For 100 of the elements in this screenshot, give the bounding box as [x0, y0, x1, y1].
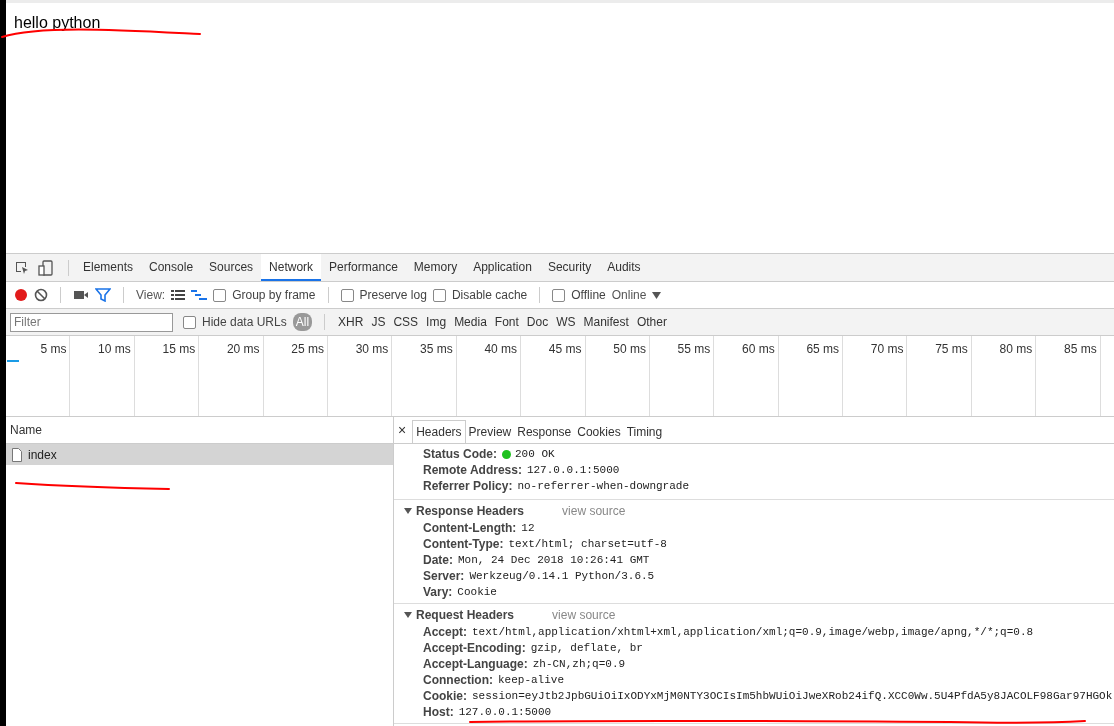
time-tick: 80 ms: [999, 342, 1033, 356]
panel-tab[interactable]: Console: [141, 254, 202, 281]
view-source-link[interactable]: view source: [562, 504, 626, 518]
panel-tab[interactable]: Application: [465, 254, 540, 281]
close-button[interactable]: ×: [398, 422, 413, 443]
document-icon: [12, 447, 22, 462]
panel-tab[interactable]: Network: [261, 254, 322, 281]
header-name: Date:: [423, 553, 453, 567]
triangle-icon[interactable]: [404, 507, 412, 515]
checkbox-label[interactable]: Offline: [571, 288, 606, 302]
header-name: Status Code:: [423, 447, 497, 461]
checkbox[interactable]: [213, 288, 227, 302]
section-title[interactable]: Request Headers: [416, 608, 515, 622]
time-tick: 65 ms: [806, 342, 840, 356]
header-value: 200 OK: [515, 448, 555, 460]
detail-tab[interactable]: Timing: [623, 421, 666, 443]
checkbox[interactable]: [340, 288, 354, 302]
clear-icon[interactable]: [34, 288, 48, 302]
dropdown-arrow-icon[interactable]: [652, 291, 662, 299]
panel-tab[interactable]: Security: [539, 254, 600, 281]
checkbox-label[interactable]: Preserve log: [359, 288, 427, 302]
header-value: zh-CN,zh;q=0.9: [532, 658, 626, 670]
type-filter[interactable]: XHR: [337, 313, 365, 331]
device-icon[interactable]: [38, 259, 54, 276]
header-value: Cookie: [457, 586, 497, 598]
header-value: text/html,application/xhtml+xml,application/xml;q=0.9,image/webp,image/apng,*/*;q=0.8: [472, 626, 1034, 638]
panel-tab[interactable]: Elements: [75, 254, 142, 281]
panel-tab[interactable]: Performance: [321, 254, 406, 281]
time-tick: 70 ms: [870, 342, 904, 356]
header-value: keep-alive: [498, 674, 564, 686]
detail-tab[interactable]: Response: [514, 421, 575, 443]
time-tick: 55 ms: [677, 342, 711, 356]
time-tick: 30 ms: [355, 342, 389, 356]
header-name: Accept-Language:: [423, 657, 528, 671]
time-tick: 50 ms: [613, 342, 646, 356]
triangle-icon[interactable]: [404, 611, 412, 619]
filter-field[interactable]: Filter: [10, 312, 173, 332]
type-filter[interactable]: Manifest: [582, 313, 630, 331]
type-filter[interactable]: CSS: [392, 313, 420, 331]
time-tick: 40 ms: [484, 342, 518, 356]
detail-tab[interactable]: Cookies: [574, 421, 624, 443]
header-value: no-referrer-when-downgrade: [517, 480, 689, 492]
type-filter[interactable]: Doc: [525, 313, 550, 331]
header-value: Mon, 24 Dec 2018 10:26:41 GMT: [458, 554, 650, 566]
checkbox[interactable]: [432, 288, 446, 302]
type-filter[interactable]: Media: [453, 313, 488, 331]
checkbox-label[interactable]: Disable cache: [451, 288, 528, 302]
header-value: session=eyJtb2JpbGUiOiIxODYxMjM0NTY3OCIsIm5hbWUiOiJweXRob24ifQ.XCC0Ww.5U4PfdA5y8JACOLF98Gar97HGOk: [472, 690, 1113, 702]
type-filter[interactable]: Img: [425, 313, 448, 331]
request-row[interactable]: index: [6, 444, 393, 465]
type-filter[interactable]: Font: [493, 313, 520, 331]
header-value: 12: [521, 522, 535, 534]
panel-tab[interactable]: Memory: [405, 254, 466, 281]
time-tick: 10 ms: [98, 342, 131, 356]
checkbox[interactable]: [552, 288, 566, 302]
time-tick: 75 ms: [935, 342, 968, 356]
header-name: Remote Address:: [423, 463, 522, 477]
request-name: index: [28, 447, 57, 462]
checkbox-label[interactable]: Group by frame: [232, 288, 316, 302]
header-name: Server:: [423, 569, 465, 583]
header-name: Content-Type:: [423, 537, 504, 551]
header-name: Content-Length:: [423, 521, 517, 535]
view-label: View:: [136, 288, 166, 302]
status-dot: [502, 449, 511, 459]
header-name: Cookie:: [423, 689, 467, 703]
header-name: Referrer Policy:: [423, 479, 513, 493]
detail-tab[interactable]: Preview: [465, 421, 515, 443]
header-value: 127.0.0.1:5000: [458, 706, 552, 718]
header-name: Vary:: [423, 585, 453, 599]
checkbox[interactable]: [183, 315, 196, 329]
section-title[interactable]: Response Headers: [416, 504, 525, 518]
header-name: Accept:: [423, 625, 467, 639]
list-view-icon[interactable]: [171, 289, 186, 301]
panel-tab[interactable]: Audits: [599, 254, 649, 281]
time-tick: 60 ms: [742, 342, 775, 356]
time-tick: 35 ms: [420, 342, 453, 356]
header-value: 127.0.0.1:5000: [526, 464, 620, 476]
time-tick: 5 ms: [40, 342, 67, 356]
time-tick: 45 ms: [548, 342, 582, 356]
time-tick: 25 ms: [291, 342, 324, 356]
header-value: Werkzeug/0.14.1 Python/3.6.5: [469, 570, 655, 582]
type-filter[interactable]: JS: [370, 313, 387, 331]
column-header[interactable]: Name: [10, 423, 42, 437]
camera-icon[interactable]: [73, 289, 89, 301]
page-text: hello python: [14, 14, 101, 32]
record-icon[interactable]: [14, 288, 28, 302]
type-filter[interactable]: Other: [635, 313, 668, 331]
checkbox-label[interactable]: Hide data URLs: [202, 315, 287, 329]
throttling-select[interactable]: Online: [611, 288, 647, 302]
time-tick: 85 ms: [1063, 342, 1097, 356]
type-filter[interactable]: WS: [555, 313, 577, 331]
header-name: Host:: [423, 705, 454, 719]
header-value: gzip, deflate, br: [530, 642, 643, 654]
detail-tab[interactable]: Headers: [412, 420, 466, 443]
header-name: Accept-Encoding:: [423, 641, 526, 655]
filter-icon[interactable]: [95, 288, 111, 302]
header-name: Connection:: [423, 673, 493, 687]
waterfall-view-icon[interactable]: [191, 289, 208, 301]
view-source-link[interactable]: view source: [552, 608, 616, 622]
panel-tab[interactable]: Sources: [201, 254, 262, 281]
